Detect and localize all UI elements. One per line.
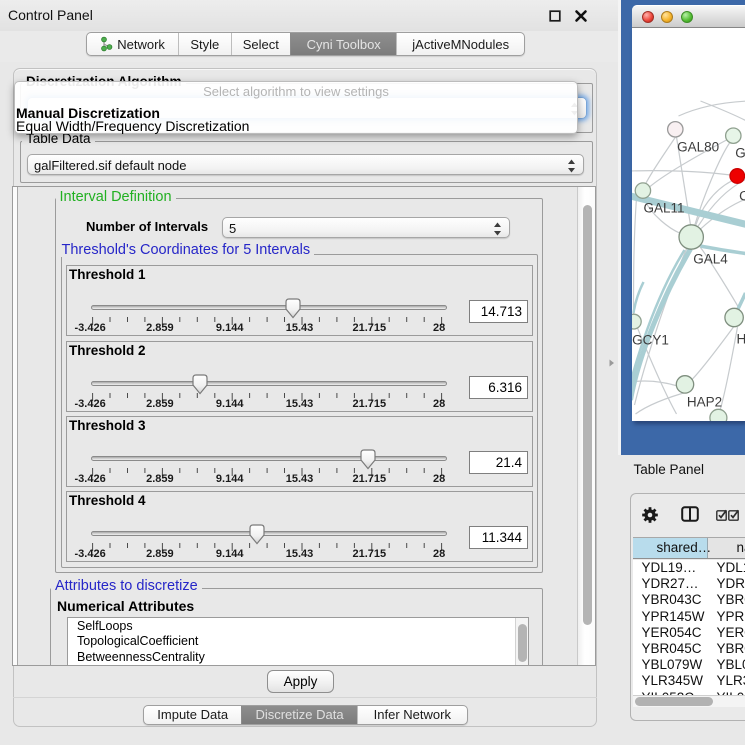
svg-text:GAL4: GAL4 xyxy=(693,252,728,267)
svg-text:HAP2: HAP2 xyxy=(686,395,721,410)
svg-text:C: C xyxy=(739,189,745,204)
svg-text:GCY1: GCY1 xyxy=(632,333,669,348)
svg-text:GAL11: GAL11 xyxy=(643,201,684,216)
svg-text:GA: GA xyxy=(735,146,745,161)
svg-text:GAL80: GAL80 xyxy=(677,140,719,155)
svg-text:H: H xyxy=(736,332,745,347)
